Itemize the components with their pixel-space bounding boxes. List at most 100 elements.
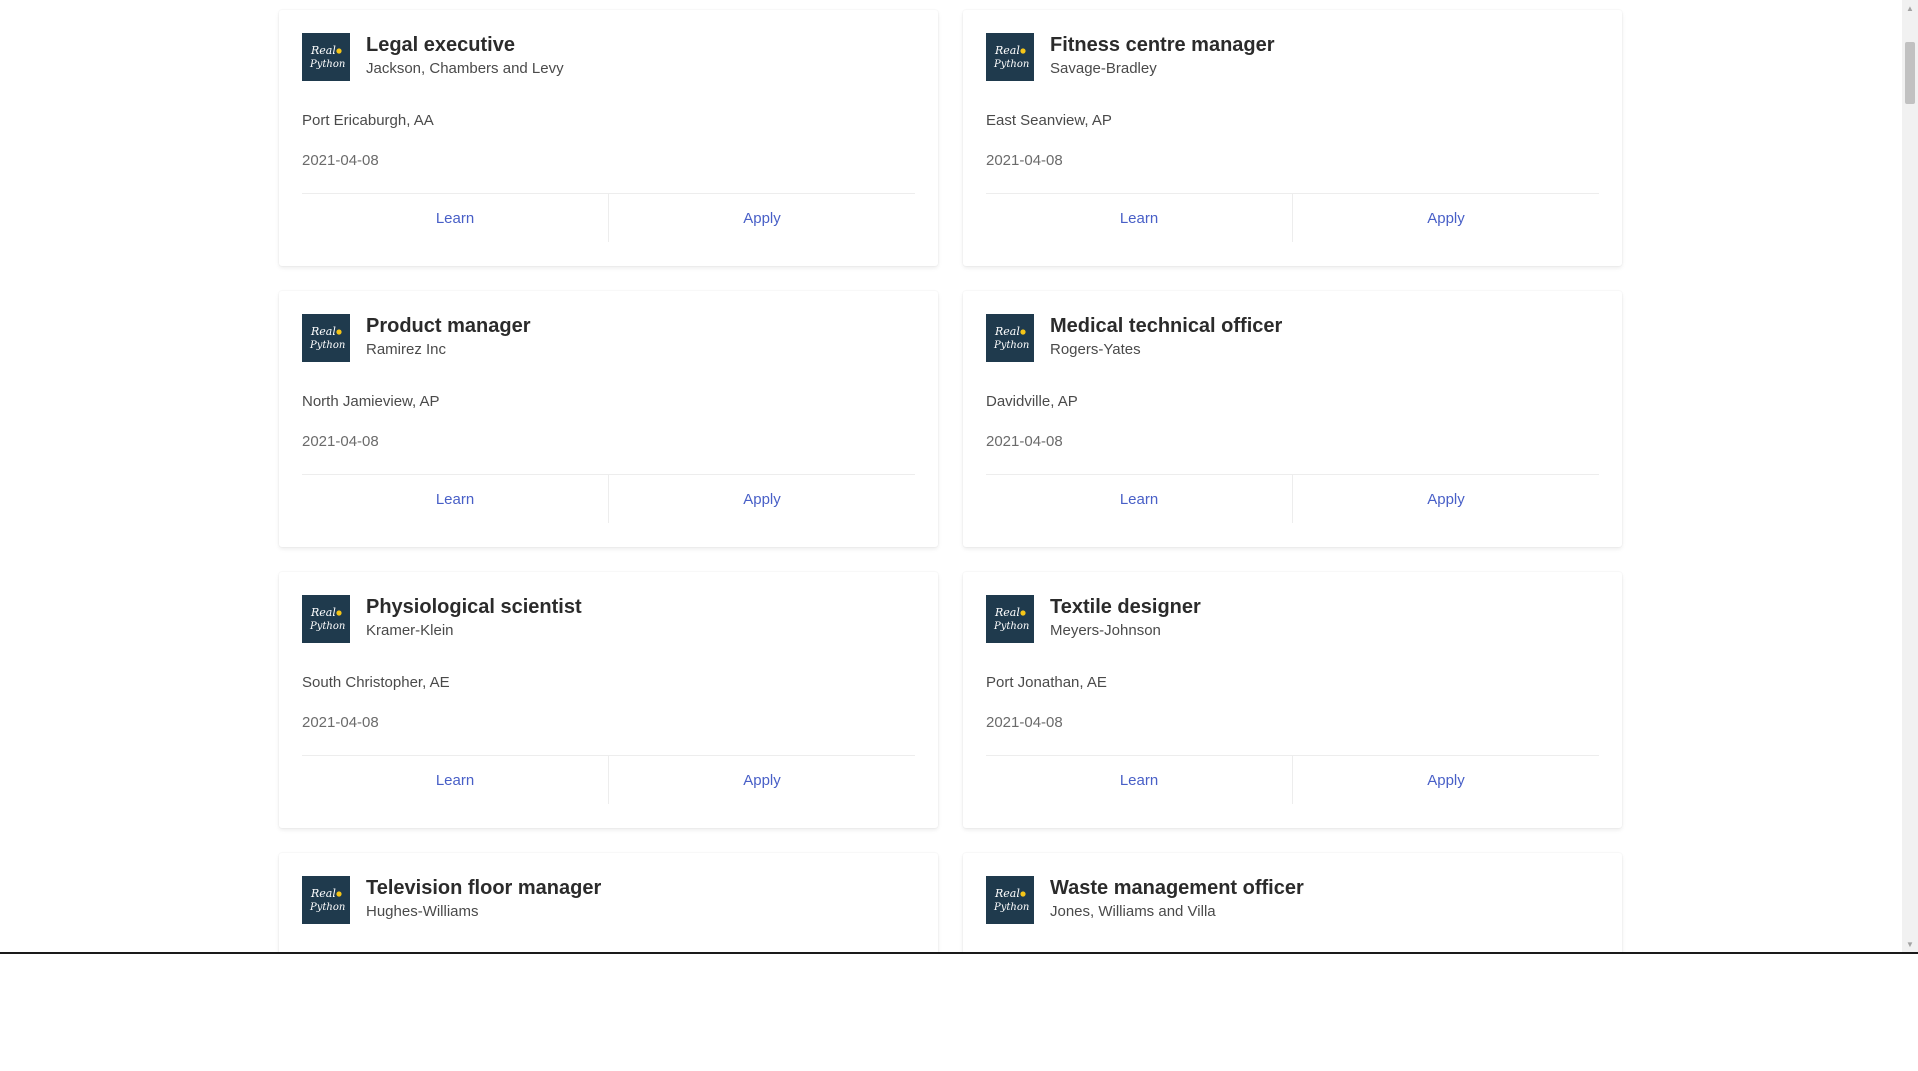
- learn-link[interactable]: Learn: [986, 475, 1292, 523]
- posted-date: 2021-04-08: [302, 714, 379, 731]
- posted-date: 2021-04-08: [302, 433, 379, 450]
- browser-viewport: Real Python Legal executive Jackson, Cham…: [0, 0, 1918, 952]
- real-python-logo-icon: Real Python: [986, 33, 1034, 81]
- logo-mark: Real Python: [309, 606, 345, 632]
- job-title: Fitness centre manager: [1050, 34, 1275, 56]
- real-python-logo-icon: Real Python: [986, 876, 1034, 924]
- posted-date: 2021-04-08: [986, 714, 1063, 731]
- job-card: Real Python Television floor manager Hugh…: [279, 853, 938, 952]
- vertical-scrollbar[interactable]: ▲ ▼: [1902, 0, 1918, 952]
- real-python-logo-icon: Real Python: [302, 33, 350, 81]
- job-title: Product manager: [366, 315, 531, 337]
- real-python-logo-icon: Real Python: [302, 314, 350, 362]
- card-footer: Learn Apply: [302, 193, 915, 242]
- job-title: Waste management officer: [1050, 877, 1304, 899]
- apply-link[interactable]: Apply: [1292, 756, 1599, 804]
- learn-link[interactable]: Learn: [986, 194, 1292, 242]
- job-card: Real Python Fitness centre manager Savage…: [963, 10, 1622, 266]
- apply-link[interactable]: Apply: [1292, 475, 1599, 523]
- learn-link[interactable]: Learn: [302, 756, 608, 804]
- real-python-logo-icon: Real Python: [302, 595, 350, 643]
- job-location: East Seanview, AP: [986, 112, 1112, 129]
- job-card: Real Python Waste management officer Jone…: [963, 853, 1622, 952]
- logo-text-python: Python: [309, 59, 345, 70]
- learn-link[interactable]: Learn: [986, 756, 1292, 804]
- learn-link[interactable]: Learn: [302, 194, 608, 242]
- logo-text-python: Python: [993, 340, 1029, 351]
- logo-dot: [1020, 329, 1026, 335]
- logo-text-real: Real: [994, 606, 1020, 619]
- job-location: South Christopher, AE: [302, 674, 450, 691]
- logo-text-python: Python: [993, 902, 1029, 913]
- logo-text-real: Real: [310, 606, 336, 619]
- viewport-bottom-border: [0, 952, 1918, 954]
- card-footer: Learn Apply: [986, 474, 1599, 523]
- logo-text-real: Real: [310, 887, 336, 900]
- logo-mark: Real Python: [993, 325, 1029, 351]
- job-title: Textile designer: [1050, 596, 1201, 618]
- real-python-logo-icon: Real Python: [302, 876, 350, 924]
- company-name: Jackson, Chambers and Levy: [366, 60, 564, 77]
- company-name: Kramer-Klein: [366, 622, 454, 639]
- job-location: Davidville, AP: [986, 393, 1078, 410]
- job-card: Real Python Physiological scientist Krame…: [279, 572, 938, 828]
- card-footer: Learn Apply: [302, 474, 915, 523]
- logo-dot: [1020, 48, 1026, 54]
- logo-text-real: Real: [994, 44, 1020, 57]
- company-name: Ramirez Inc: [366, 341, 447, 358]
- card-footer: Learn Apply: [302, 755, 915, 804]
- logo-text-python: Python: [993, 621, 1029, 632]
- card-footer: Learn Apply: [986, 193, 1599, 242]
- job-title: Medical technical officer: [1050, 315, 1283, 337]
- job-title: Legal executive: [366, 34, 515, 56]
- job-location: North Jamieview, AP: [302, 393, 440, 410]
- logo-text-python: Python: [309, 621, 345, 632]
- logo-mark: Real Python: [993, 887, 1029, 913]
- logo-text-real: Real: [994, 887, 1020, 900]
- logo-dot: [336, 610, 342, 616]
- logo-mark: Real Python: [309, 44, 345, 70]
- logo-text-python: Python: [309, 902, 345, 913]
- logo-text-real: Real: [310, 44, 336, 57]
- job-title: Physiological scientist: [366, 596, 582, 618]
- posted-date: 2021-04-08: [986, 433, 1063, 450]
- job-card: Real Python Product manager Ramirez Inc N…: [279, 291, 938, 547]
- card-footer: Learn Apply: [986, 755, 1599, 804]
- logo-text-python: Python: [993, 59, 1029, 70]
- scroll-down-arrow-icon[interactable]: ▼: [1902, 936, 1918, 952]
- scrollbar-thumb[interactable]: [1905, 42, 1915, 104]
- job-location: Port Ericaburgh, AA: [302, 112, 434, 129]
- company-name: Meyers-Johnson: [1050, 622, 1161, 639]
- real-python-logo-icon: Real Python: [986, 314, 1034, 362]
- company-name: Savage-Bradley: [1050, 60, 1157, 77]
- logo-mark: Real Python: [993, 606, 1029, 632]
- company-name: Hughes-Williams: [366, 903, 479, 920]
- job-title: Television floor manager: [366, 877, 602, 899]
- logo-dot: [336, 329, 342, 335]
- job-card: Real Python Textile designer Meyers-Johns…: [963, 572, 1622, 828]
- job-card: Real Python Legal executive Jackson, Cham…: [279, 10, 938, 266]
- job-card: Real Python Medical technical officer Rog…: [963, 291, 1622, 547]
- company-name: Jones, Williams and Villa: [1050, 903, 1216, 920]
- real-python-logo-icon: Real Python: [986, 595, 1034, 643]
- apply-link[interactable]: Apply: [1292, 194, 1599, 242]
- logo-text-real: Real: [310, 325, 336, 338]
- scroll-up-arrow-icon[interactable]: ▲: [1902, 0, 1918, 16]
- job-grid: Real Python Legal executive Jackson, Cham…: [279, 10, 1622, 952]
- logo-dot: [1020, 891, 1026, 897]
- logo-mark: Real Python: [309, 325, 345, 351]
- logo-mark: Real Python: [993, 44, 1029, 70]
- logo-dot: [336, 48, 342, 54]
- apply-link[interactable]: Apply: [608, 194, 915, 242]
- apply-link[interactable]: Apply: [608, 756, 915, 804]
- job-location: Port Jonathan, AE: [986, 674, 1107, 691]
- logo-dot: [1020, 610, 1026, 616]
- posted-date: 2021-04-08: [986, 152, 1063, 169]
- learn-link[interactable]: Learn: [302, 475, 608, 523]
- logo-text-real: Real: [994, 325, 1020, 338]
- apply-link[interactable]: Apply: [608, 475, 915, 523]
- logo-text-python: Python: [309, 340, 345, 351]
- logo-dot: [336, 891, 342, 897]
- company-name: Rogers-Yates: [1050, 341, 1141, 358]
- posted-date: 2021-04-08: [302, 152, 379, 169]
